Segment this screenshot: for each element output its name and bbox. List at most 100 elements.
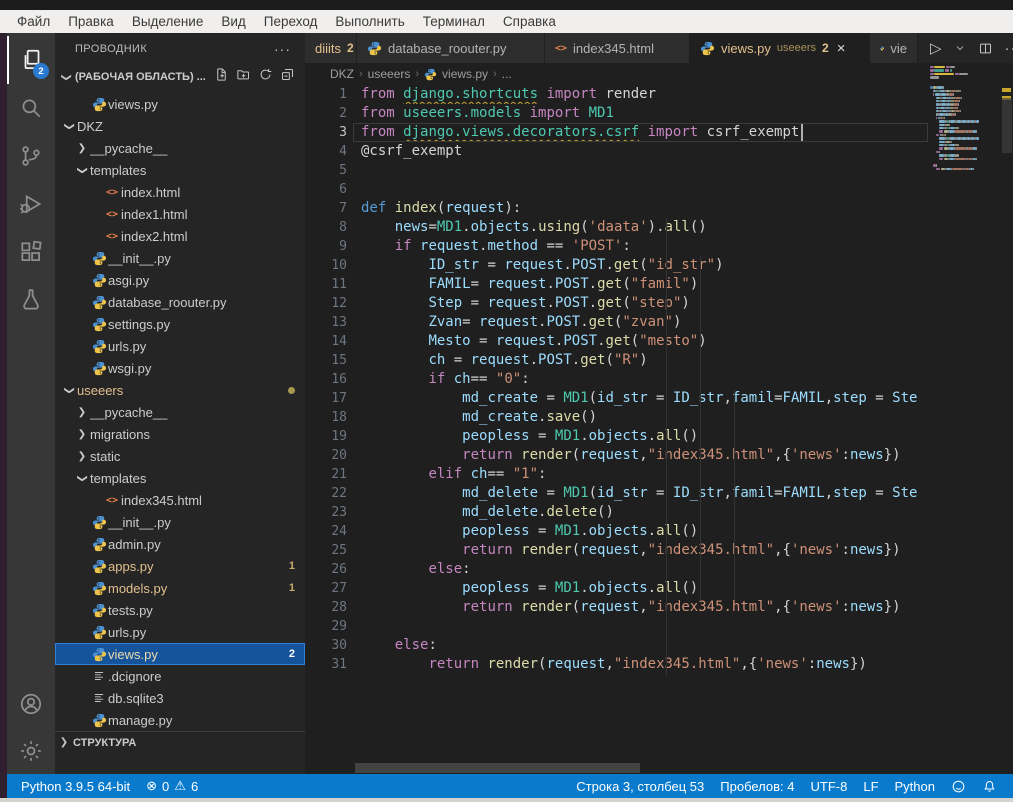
tab-views.py[interactable]: views.pyuseeers2× xyxy=(690,33,870,63)
breadcrumb-item[interactable]: DKZ xyxy=(330,67,354,81)
tree-item-useeers[interactable]: ❯useeers xyxy=(55,379,305,401)
tree-item-wsgi.py[interactable]: wsgi.py xyxy=(55,357,305,379)
minimap[interactable] xyxy=(930,66,1000,171)
run-button[interactable]: ▷ xyxy=(930,39,942,57)
more-actions-button[interactable]: ··· xyxy=(1005,40,1013,57)
status-eol[interactable]: LF xyxy=(855,774,886,798)
tree-item-index2.html[interactable]: <>index2.html xyxy=(55,225,305,247)
token: from xyxy=(361,105,403,121)
status-feedback[interactable] xyxy=(943,774,974,798)
close-icon[interactable]: × xyxy=(837,40,846,57)
tree-item-index345.html[interactable]: <>index345.html xyxy=(55,489,305,511)
tree-item-tests.py[interactable]: tests.py xyxy=(55,599,305,621)
tree-item-urls.py[interactable]: urls.py xyxy=(55,335,305,357)
token: ,{ xyxy=(774,542,791,558)
token: : xyxy=(622,238,630,254)
tree-item-views.py[interactable]: views.py xyxy=(55,93,305,115)
token xyxy=(361,371,428,387)
tree-item--pycache-[interactable]: ❯__pycache__ xyxy=(55,137,305,159)
menu-item-правка[interactable]: Правка xyxy=(59,10,123,33)
activity-settings[interactable] xyxy=(7,727,55,775)
tab-diiits[interactable]: diiits2● xyxy=(305,33,357,63)
vertical-scrollbar[interactable] xyxy=(1002,98,1012,153)
tree-item-migrations[interactable]: ❯migrations xyxy=(55,423,305,445)
tree-item-.dcignore[interactable]: .dcignore xyxy=(55,665,305,687)
breadcrumb-item[interactable]: views.py xyxy=(442,67,488,81)
activity-explorer[interactable]: 2 xyxy=(7,36,55,84)
split-editor-button[interactable] xyxy=(978,41,993,56)
menu-item-выделение[interactable]: Выделение xyxy=(123,10,213,33)
tree-item-index.html[interactable]: <>index.html xyxy=(55,181,305,203)
activity-extensions[interactable] xyxy=(7,228,55,276)
activity-source-control[interactable] xyxy=(7,132,55,180)
new-folder-button[interactable] xyxy=(236,67,251,87)
minimap-segment xyxy=(939,147,943,149)
menu-item-справка[interactable]: Справка xyxy=(494,10,565,33)
tree-item-manage.py[interactable]: manage.py xyxy=(55,709,305,731)
status-encoding[interactable]: UTF-8 xyxy=(803,774,856,798)
token: md_delete xyxy=(462,504,538,520)
file-icon-slot: <> xyxy=(103,187,121,198)
menu-item-выполнить[interactable]: Выполнить xyxy=(326,10,413,33)
tree-item-urls.py[interactable]: urls.py xyxy=(55,621,305,643)
tree-item-database-roouter.py[interactable]: database_roouter.py xyxy=(55,291,305,313)
activity-run-debug[interactable] xyxy=(7,180,55,228)
line-number: 25 xyxy=(305,541,361,560)
code-editor[interactable]: 1from django.shortcuts import render2fro… xyxy=(305,85,1013,775)
status-python-interpreter[interactable]: Python 3.9.5 64-bit xyxy=(13,774,138,798)
menu-item-вид[interactable]: Вид xyxy=(212,10,254,33)
tree-item-views.py[interactable]: views.py2 xyxy=(55,643,305,665)
status-cursor-position[interactable]: Строка 3, столбец 53 xyxy=(568,774,712,798)
status-problems[interactable]: ⊗0⚠6 xyxy=(138,774,206,798)
html-file-icon: <> xyxy=(106,231,118,242)
menu-item-терминал[interactable]: Терминал xyxy=(414,10,494,33)
tree-item-apps.py[interactable]: apps.py1 xyxy=(55,555,305,577)
status-indentation[interactable]: Пробелов: 4 xyxy=(712,774,802,798)
more-actions-icon[interactable]: ··· xyxy=(274,41,291,57)
minimap-segment xyxy=(961,97,962,99)
token xyxy=(361,485,462,501)
collapse-all-button[interactable] xyxy=(280,67,295,87)
tree-item--pycache-[interactable]: ❯__pycache__ xyxy=(55,401,305,423)
tree-item-models.py[interactable]: models.py1 xyxy=(55,577,305,599)
activity-account[interactable] xyxy=(7,680,55,728)
minimap-segment xyxy=(930,134,936,136)
breadcrumb[interactable]: DKZ›useeers›views.py›... xyxy=(305,63,1013,85)
breadcrumb-item[interactable]: useeers xyxy=(368,67,411,81)
menu-item-файл[interactable]: Файл xyxy=(8,10,59,33)
token: () xyxy=(580,409,597,425)
breadcrumb-item[interactable]: ... xyxy=(502,67,512,81)
code-line-31: 31 return render(request,"index345.html"… xyxy=(305,655,1013,674)
tab-index345.html[interactable]: <>index345.html xyxy=(545,33,690,63)
run-dropdown-button[interactable] xyxy=(954,42,966,54)
tree-item-db.sqlite3[interactable]: db.sqlite3 xyxy=(55,687,305,709)
tree-item-templates[interactable]: ❯templates xyxy=(55,159,305,181)
tree-item-label: __init__.py xyxy=(108,251,295,266)
refresh-button[interactable] xyxy=(258,67,273,87)
tree-item--init-.py[interactable]: __init__.py xyxy=(55,247,305,269)
activity-testing[interactable] xyxy=(7,276,55,324)
tree-item-static[interactable]: ❯static xyxy=(55,445,305,467)
tab-database-roouter.py[interactable]: database_roouter.py xyxy=(357,33,545,63)
tree-item--init-.py[interactable]: __init__.py xyxy=(55,511,305,533)
tree-item-asgi.py[interactable]: asgi.py xyxy=(55,269,305,291)
menu-item-переход[interactable]: Переход xyxy=(255,10,327,33)
workspace-section-header[interactable]: ❯ (РАБОЧАЯ ОБЛАСТЬ) ... xyxy=(55,65,305,89)
code-text: peopless = MD1.objects.all() xyxy=(361,427,1013,446)
tree-item-dkz[interactable]: ❯DKZ xyxy=(55,115,305,137)
token: request xyxy=(471,352,530,368)
status-language-mode[interactable]: Python xyxy=(887,774,943,798)
new-file-button[interactable] xyxy=(214,67,229,87)
tree-item-settings.py[interactable]: settings.py xyxy=(55,313,305,335)
token xyxy=(361,656,428,672)
horizontal-scrollbar[interactable] xyxy=(355,763,640,773)
tree-item-templates[interactable]: ❯templates xyxy=(55,467,305,489)
outline-section-header[interactable]: ❯ СТРУКТУРА xyxy=(55,731,305,753)
status-notifications[interactable] xyxy=(974,774,1005,798)
tree-item-admin.py[interactable]: admin.py xyxy=(55,533,305,555)
tree-item-index1.html[interactable]: <>index1.html xyxy=(55,203,305,225)
tab-vie[interactable]: vie xyxy=(870,33,918,63)
window-bottom-strip xyxy=(0,798,1013,802)
activity-search[interactable] xyxy=(7,84,55,132)
minimap-segment xyxy=(930,100,936,102)
